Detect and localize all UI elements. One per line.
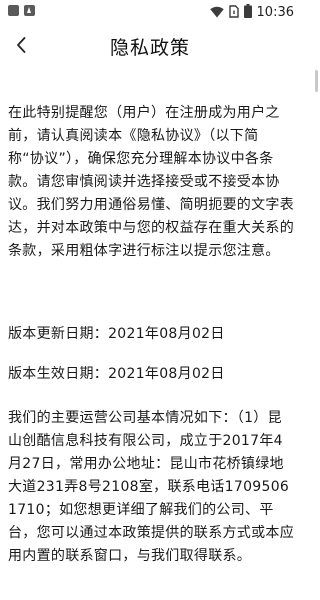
privacy-policy-content[interactable]: 在此特别提醒您（用户）在注册成为用户之前，请认真阅读本《隐私协议》（以下简称“协… [0, 66, 300, 600]
a-notification-icon [24, 5, 35, 16]
status-bar-system: 10:36 [209, 3, 294, 22]
scrollbar[interactable] [315, 70, 318, 92]
intro-paragraph: 在此特别提醒您（用户）在注册成为用户之前，请认真阅读本《隐私协议》（以下简称“协… [8, 105, 294, 259]
company-info-paragraph: 我们的主要运营公司基本情况如下：（1）昆山创酷信息科技有限公司，成立于2017年… [8, 410, 294, 564]
status-bar-notifications [8, 5, 35, 16]
page-title: 隐私政策 [109, 37, 190, 59]
version-effective-date: 版本生效日期：2021年08月02日 [8, 366, 225, 382]
app-bar: 隐私政策 [0, 24, 300, 66]
sim-card-icon [228, 3, 239, 22]
app-notification-icon [8, 5, 19, 16]
battery-icon [243, 3, 252, 22]
wifi-icon [209, 3, 224, 22]
status-time: 10:36 [256, 5, 294, 20]
version-updated-date: 版本更新日期：2021年08月02日 [8, 326, 225, 342]
status-bar: 10:36 [0, 0, 300, 24]
